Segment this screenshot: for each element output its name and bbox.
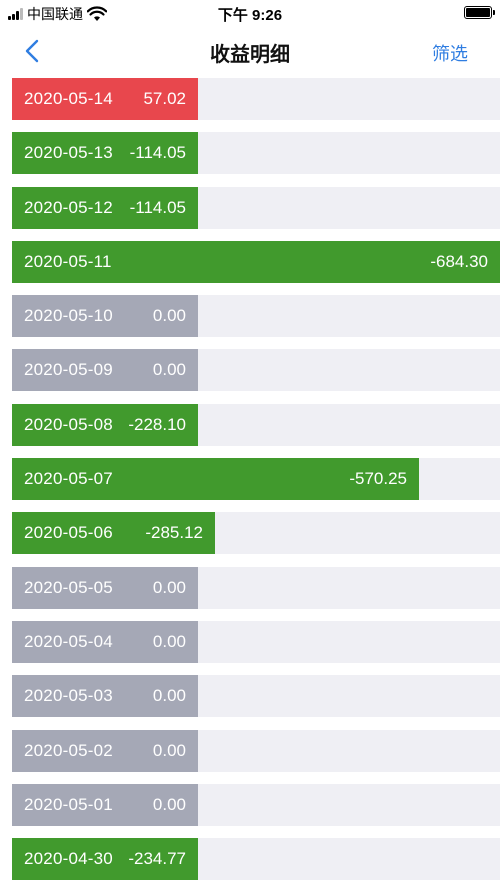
list-item[interactable]: 2020-05-05 0.00	[12, 566, 500, 609]
value-bar: 2020-05-03 0.00	[12, 675, 198, 718]
row-value: -228.10	[128, 414, 186, 434]
list-item[interactable]: 2020-05-13 -114.05	[12, 132, 500, 175]
row-value: 0.00	[152, 794, 186, 814]
row-date: 2020-05-14	[24, 89, 113, 108]
row-value: 0.00	[152, 686, 186, 706]
value-bar: 2020-05-06 -285.12	[12, 512, 215, 555]
row-date: 2020-05-12	[24, 197, 113, 217]
value-bar: 2020-05-05 0.00	[12, 566, 198, 609]
nav-bar: 收益明细 筛选	[0, 26, 500, 76]
earnings-list[interactable]: 2020-05-14 57.02 2020-05-13 -114.05 2020-05-…	[12, 78, 500, 892]
row-date: 2020-05-05	[24, 577, 113, 597]
list-item[interactable]: 2020-04-30 -234.77	[12, 838, 500, 881]
row-date: 2020-05-06	[24, 523, 113, 543]
row-value: 0.00	[152, 306, 186, 326]
row-date: 2020-05-09	[24, 360, 113, 380]
row-value: 0.00	[152, 577, 186, 597]
value-bar: 2020-05-01 0.00	[12, 783, 198, 826]
list-item[interactable]: 2020-05-06 -285.12	[12, 512, 500, 555]
filter-button[interactable]: 筛选	[432, 40, 468, 66]
row-date: 2020-05-13	[24, 143, 113, 163]
row-value: 0.00	[152, 740, 186, 760]
battery-icon	[464, 6, 495, 19]
list-item[interactable]: 2020-05-09 0.00	[12, 349, 500, 392]
value-bar: 2020-04-30 -234.77	[12, 838, 198, 881]
row-value: -114.05	[129, 197, 186, 217]
value-bar: 2020-05-13 -114.05	[12, 132, 198, 175]
row-date: 2020-05-07	[24, 469, 113, 489]
status-bar: 中国联通 下午 9:26	[0, 0, 500, 26]
list-item[interactable]: 2020-05-11 -684.30	[12, 240, 500, 283]
row-value: -114.05	[129, 143, 186, 163]
row-date: 2020-05-02	[24, 740, 113, 760]
value-bar: 2020-05-14 57.02	[12, 78, 198, 120]
value-bar: 2020-05-10 0.00	[12, 295, 198, 338]
value-bar: 2020-05-07 -570.25	[12, 458, 419, 501]
value-bar: 2020-05-09 0.00	[12, 349, 198, 392]
list-item[interactable]: 2020-05-10 0.00	[12, 295, 500, 338]
row-date: 2020-05-10	[24, 306, 113, 326]
row-value: -234.77	[128, 849, 186, 869]
row-value: -285.12	[145, 523, 203, 543]
list-item[interactable]: 2020-05-08 -228.10	[12, 403, 500, 446]
list-item[interactable]: 2020-05-07 -570.25	[12, 458, 500, 501]
list-item[interactable]: 2020-05-03 0.00	[12, 675, 500, 718]
list-item[interactable]: 2020-05-02 0.00	[12, 729, 500, 772]
row-date: 2020-05-03	[24, 686, 113, 706]
value-bar: 2020-05-11 -684.30	[12, 240, 500, 283]
value-bar: 2020-05-04 0.00	[12, 620, 198, 663]
page-title: 收益明细	[210, 44, 290, 66]
row-value: 0.00	[152, 631, 186, 651]
value-bar: 2020-05-08 -228.10	[12, 403, 198, 446]
row-date: 2020-05-08	[24, 414, 113, 434]
row-date: 2020-05-04	[24, 631, 113, 651]
row-value: -684.30	[430, 251, 488, 271]
status-time: 下午 9:26	[217, 7, 283, 24]
list-item[interactable]: 2020-05-04 0.00	[12, 620, 500, 663]
list-item[interactable]: 2020-05-12 -114.05	[12, 186, 500, 229]
row-value: 57.02	[143, 89, 186, 108]
list-item[interactable]: 2020-05-14 57.02	[12, 78, 500, 120]
row-date: 2020-05-01	[24, 794, 113, 814]
row-date: 2020-04-30	[24, 849, 113, 869]
row-date: 2020-05-11	[24, 251, 112, 271]
value-bar: 2020-05-12 -114.05	[12, 186, 198, 229]
list-item[interactable]: 2020-05-01 0.00	[12, 783, 500, 826]
row-value: 0.00	[152, 360, 186, 380]
row-value: -570.25	[349, 469, 407, 489]
value-bar: 2020-05-02 0.00	[12, 729, 198, 772]
